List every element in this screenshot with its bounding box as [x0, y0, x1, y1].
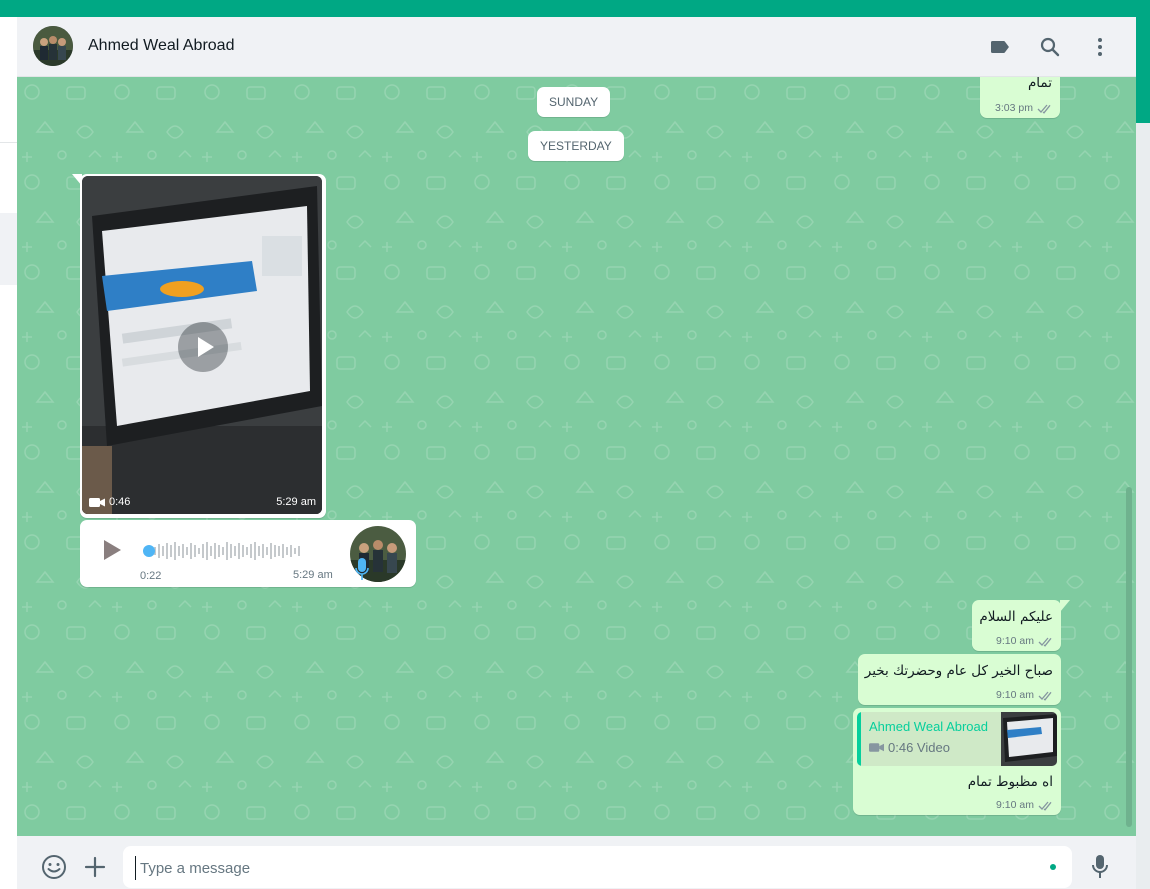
video-thumbnail[interactable]: 0:46 5:29 am [82, 176, 322, 514]
message-time: 3:03 pm [995, 102, 1033, 114]
double-check-icon [1038, 691, 1052, 701]
microphone-icon [355, 558, 369, 580]
message-input-box[interactable] [123, 846, 1072, 888]
right-panel-edge [1136, 17, 1150, 889]
video-message[interactable]: 0:46 5:29 am [80, 174, 326, 518]
message-meta: 9:10 am [996, 689, 1054, 701]
quoted-message[interactable]: Ahmed Weal Abroad 0:46 Video [857, 712, 1057, 766]
chat-area[interactable]: تمام 3:03 pm SUNDAY YESTERDAY 0:46 5:29 … [17, 77, 1136, 836]
right-accent-bar [1136, 17, 1150, 123]
chat-list-edge [0, 17, 18, 889]
message-outgoing[interactable]: عليكم السلام 9:10 am [972, 600, 1061, 651]
chat-scrollbar[interactable] [1126, 487, 1132, 827]
selected-chat-edge[interactable] [0, 213, 17, 285]
voice-waveform[interactable] [142, 539, 322, 563]
message-time: 9:10 am [996, 689, 1034, 701]
top-accent-bar [0, 0, 1150, 17]
voice-time: 5:29 am [293, 569, 333, 581]
contact-name[interactable]: Ahmed Weal Abroad [88, 37, 234, 55]
play-icon [198, 337, 214, 357]
message-text: صباح الخير كل عام وحضرتك بخير [864, 663, 1053, 679]
message-outgoing[interactable]: صباح الخير كل عام وحضرتك بخير 9:10 am [858, 654, 1061, 705]
message-meta: 9:10 am [996, 635, 1054, 647]
date-separator-sunday: SUNDAY [537, 87, 611, 117]
date-separator-yesterday: YESTERDAY [528, 131, 624, 161]
video-time: 5:29 am [276, 496, 316, 508]
contact-avatar[interactable] [33, 26, 73, 66]
voice-message[interactable]: 0:22 5:29 am [80, 520, 416, 587]
microphone-icon[interactable] [1091, 854, 1109, 880]
double-check-icon [1037, 104, 1051, 114]
quote-author: Ahmed Weal Abroad [869, 719, 988, 734]
composer-bar [17, 836, 1136, 889]
video-camera-icon [89, 497, 105, 507]
attach-plus-icon[interactable] [84, 856, 106, 878]
label-icon[interactable] [988, 35, 1012, 59]
message-meta: 9:10 am [996, 799, 1054, 811]
chat-header[interactable]: Ahmed Weal Abroad [17, 17, 1136, 77]
double-check-icon [1038, 637, 1052, 647]
message-meta: 3:03 pm [995, 102, 1053, 114]
emoji-icon[interactable] [41, 854, 67, 880]
play-button[interactable] [178, 322, 228, 372]
search-icon[interactable] [1038, 35, 1062, 59]
voice-duration: 0:22 [140, 570, 162, 582]
message-text: عليكم السلام [979, 609, 1053, 625]
message-time: 9:10 am [996, 635, 1034, 647]
video-camera-icon [869, 743, 884, 752]
divider [0, 142, 17, 143]
menu-icon[interactable] [1088, 35, 1112, 59]
message-text: اه مظبوط تمام [967, 774, 1053, 790]
input-status-dot [1050, 864, 1056, 870]
bubble-tail [1060, 600, 1070, 612]
reply-message[interactable]: Ahmed Weal Abroad 0:46 Video اه مظبوط تم… [853, 708, 1061, 815]
message-input[interactable] [135, 856, 1022, 880]
message-text: تمام [1027, 77, 1052, 91]
message-outgoing[interactable]: تمام 3:03 pm [980, 77, 1060, 118]
quote-text: 0:46 Video [888, 740, 950, 755]
quote-body: 0:46 Video [869, 740, 950, 755]
quote-thumbnail [1001, 712, 1057, 766]
video-duration: 0:46 [89, 496, 130, 508]
play-icon[interactable] [100, 538, 124, 562]
message-time: 9:10 am [996, 799, 1034, 811]
double-check-icon [1038, 801, 1052, 811]
quote-bar [857, 712, 861, 766]
bubble-tail [72, 174, 82, 186]
